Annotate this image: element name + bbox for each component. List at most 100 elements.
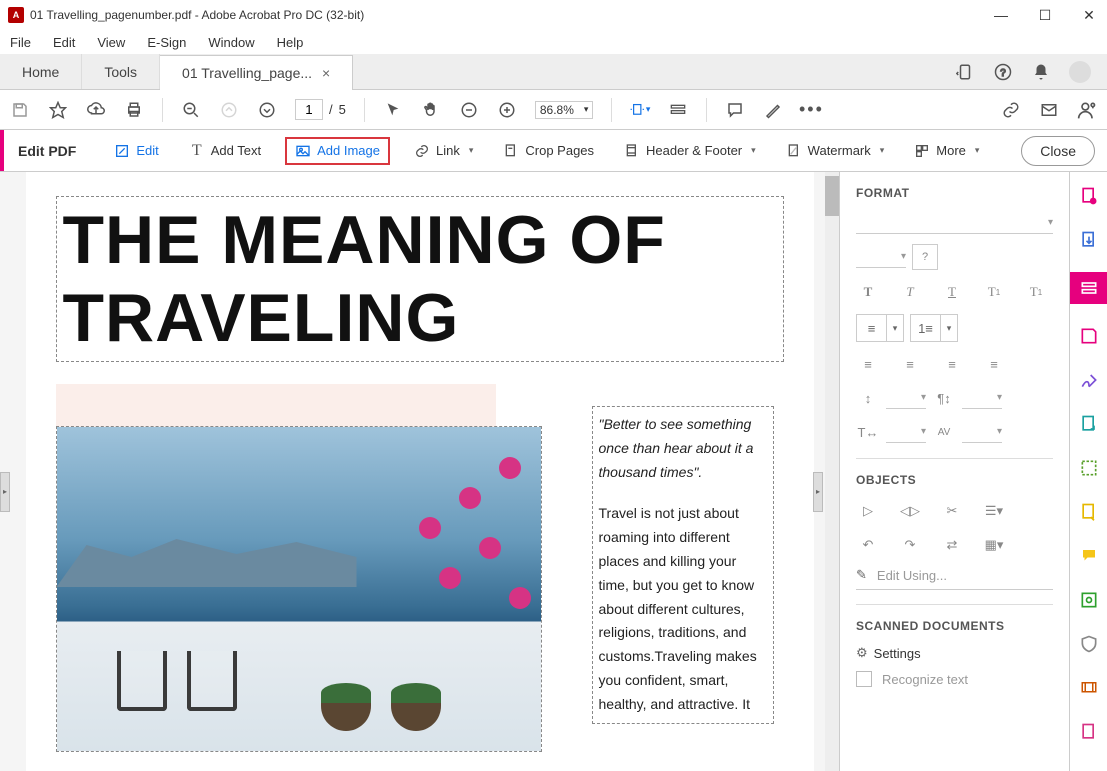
align-right-icon[interactable]: ≡ [940,352,964,376]
email-icon[interactable] [1039,100,1059,120]
tab-tools[interactable]: Tools [82,54,160,89]
align-justify-icon[interactable]: ≡ [982,352,1006,376]
add-text-tool[interactable]: T Add Text [183,139,267,163]
sign-icon[interactable] [1077,368,1101,392]
create-pdf-icon[interactable]: + [1077,184,1101,208]
tab-close-icon[interactable]: × [322,65,330,81]
page-current-input[interactable] [295,99,323,120]
more-tool[interactable]: More [908,139,985,163]
header-footer-tool[interactable]: Header & Footer [618,139,762,163]
paragraph-spacing-dropdown[interactable]: ▾ [962,387,1002,409]
save-cloud-icon[interactable] [1077,324,1101,348]
body-text-box[interactable]: "Better to see something once than hear … [592,406,774,724]
italic-icon[interactable]: T [898,280,922,304]
comment-icon[interactable] [725,100,745,120]
menu-window[interactable]: Window [204,33,258,52]
bold-icon[interactable]: T [856,280,880,304]
link-share-icon[interactable] [1001,100,1021,120]
char-spacing-dropdown[interactable]: ▾ [962,421,1002,443]
font-family-dropdown[interactable]: ▾ [856,212,1053,234]
align-left-icon[interactable]: ≡ [856,352,880,376]
underline-icon[interactable]: T [940,280,964,304]
superscript-icon[interactable]: T1 [982,280,1006,304]
share-mobile-icon[interactable] [955,62,975,82]
edit-tool[interactable]: Edit [108,139,164,163]
menu-edit[interactable]: Edit [49,33,79,52]
arrange-icon[interactable]: ☰▾ [982,499,1006,523]
align-center-icon[interactable]: ≡ [898,352,922,376]
maximize-button[interactable]: ☐ [1035,7,1055,24]
link-tool[interactable]: Link [408,139,479,163]
zoom-minus-icon[interactable] [459,100,479,120]
horizontal-scale-icon[interactable]: T↔ [856,420,880,444]
rich-media-icon[interactable] [1077,676,1101,700]
bullet-list-button[interactable]: ≡▾ [856,314,904,342]
tab-home[interactable]: Home [0,54,82,89]
flip-horizontal-icon[interactable]: ◁▷ [898,499,922,523]
rotate-ccw-icon[interactable]: ↶ [856,533,880,557]
account-avatar[interactable] [1069,61,1091,83]
menu-view[interactable]: View [93,33,129,52]
fit-width-icon[interactable]: ▾ [630,100,650,120]
menu-esign[interactable]: E-Sign [143,33,190,52]
comment-tool-icon[interactable] [1077,544,1101,568]
prepare-form-icon[interactable] [1077,456,1101,480]
replace-image-icon[interactable]: ⇄ [940,533,964,557]
close-editbar-button[interactable]: Close [1021,136,1095,166]
star-icon[interactable] [48,100,68,120]
cloud-upload-icon[interactable] [86,100,106,120]
tab-document[interactable]: 01 Travelling_page... × [160,55,353,90]
crop-object-icon[interactable]: ✂ [940,499,964,523]
zoom-out-search-icon[interactable] [181,100,201,120]
help-icon[interactable]: ? [993,62,1013,82]
minimize-button[interactable]: — [991,7,1011,24]
right-panel-toggle[interactable]: ▸ [813,472,823,512]
flip-vertical-icon[interactable]: ▷ [856,499,880,523]
crop-pages-tool[interactable]: Crop Pages [497,139,600,163]
vertical-scrollbar[interactable] [825,172,839,771]
protect-icon[interactable] [1077,632,1101,656]
left-panel-toggle[interactable]: ▸ [0,472,10,512]
recognize-text-row[interactable]: Recognize text [856,671,1053,687]
scan-ocr-icon[interactable] [1077,588,1101,612]
recognize-checkbox[interactable] [856,671,872,687]
page-up-icon[interactable] [219,100,239,120]
paragraph-spacing-icon[interactable]: ¶↕ [932,386,956,410]
menu-file[interactable]: File [6,33,35,52]
photo-selection[interactable] [56,426,542,752]
edit-pdf-icon[interactable] [1070,272,1107,304]
subscript-icon[interactable]: T1 [1024,280,1048,304]
edit-using-row[interactable]: ✎ Edit Using... [856,567,1053,590]
more-tools-vertical-icon[interactable] [1077,720,1101,744]
page-down-icon[interactable] [257,100,277,120]
print-icon[interactable] [124,100,144,120]
close-window-button[interactable]: ✕ [1079,7,1099,24]
watermark-tool[interactable]: Watermark [780,139,891,163]
line-spacing-icon[interactable]: ↕ [856,386,880,410]
color-picker[interactable]: ? [912,244,938,270]
menu-help[interactable]: Help [273,33,308,52]
align-objects-icon[interactable]: ▦▾ [982,533,1006,557]
export-pdf-icon[interactable] [1077,228,1101,252]
font-size-dropdown[interactable]: ▾ [856,246,906,268]
page-display-icon[interactable] [668,100,688,120]
pointer-icon[interactable] [383,100,403,120]
line-spacing-dropdown[interactable]: ▾ [886,387,926,409]
organize-icon[interactable] [1077,500,1101,524]
horizontal-scale-dropdown[interactable]: ▾ [886,421,926,443]
scrollbar-thumb[interactable] [825,176,839,216]
add-image-tool[interactable]: Add Image [285,137,390,165]
numbered-list-button[interactable]: 1≡▾ [910,314,958,342]
bell-icon[interactable] [1031,62,1051,82]
headline-text-box[interactable]: THE MEANING OF TRAVELING [56,196,784,362]
convert-icon[interactable] [1077,412,1101,436]
hand-icon[interactable] [421,100,441,120]
char-spacing-icon[interactable]: AV [932,420,956,444]
highlight-icon[interactable] [763,100,783,120]
share-people-icon[interactable] [1077,100,1097,120]
zoom-plus-icon[interactable] [497,100,517,120]
save-icon[interactable] [10,100,30,120]
settings-row[interactable]: ⚙ Settings [856,645,1053,661]
more-tools-icon[interactable]: ••• [801,100,821,120]
zoom-dropdown[interactable]: 86.8%▾ [535,101,594,119]
